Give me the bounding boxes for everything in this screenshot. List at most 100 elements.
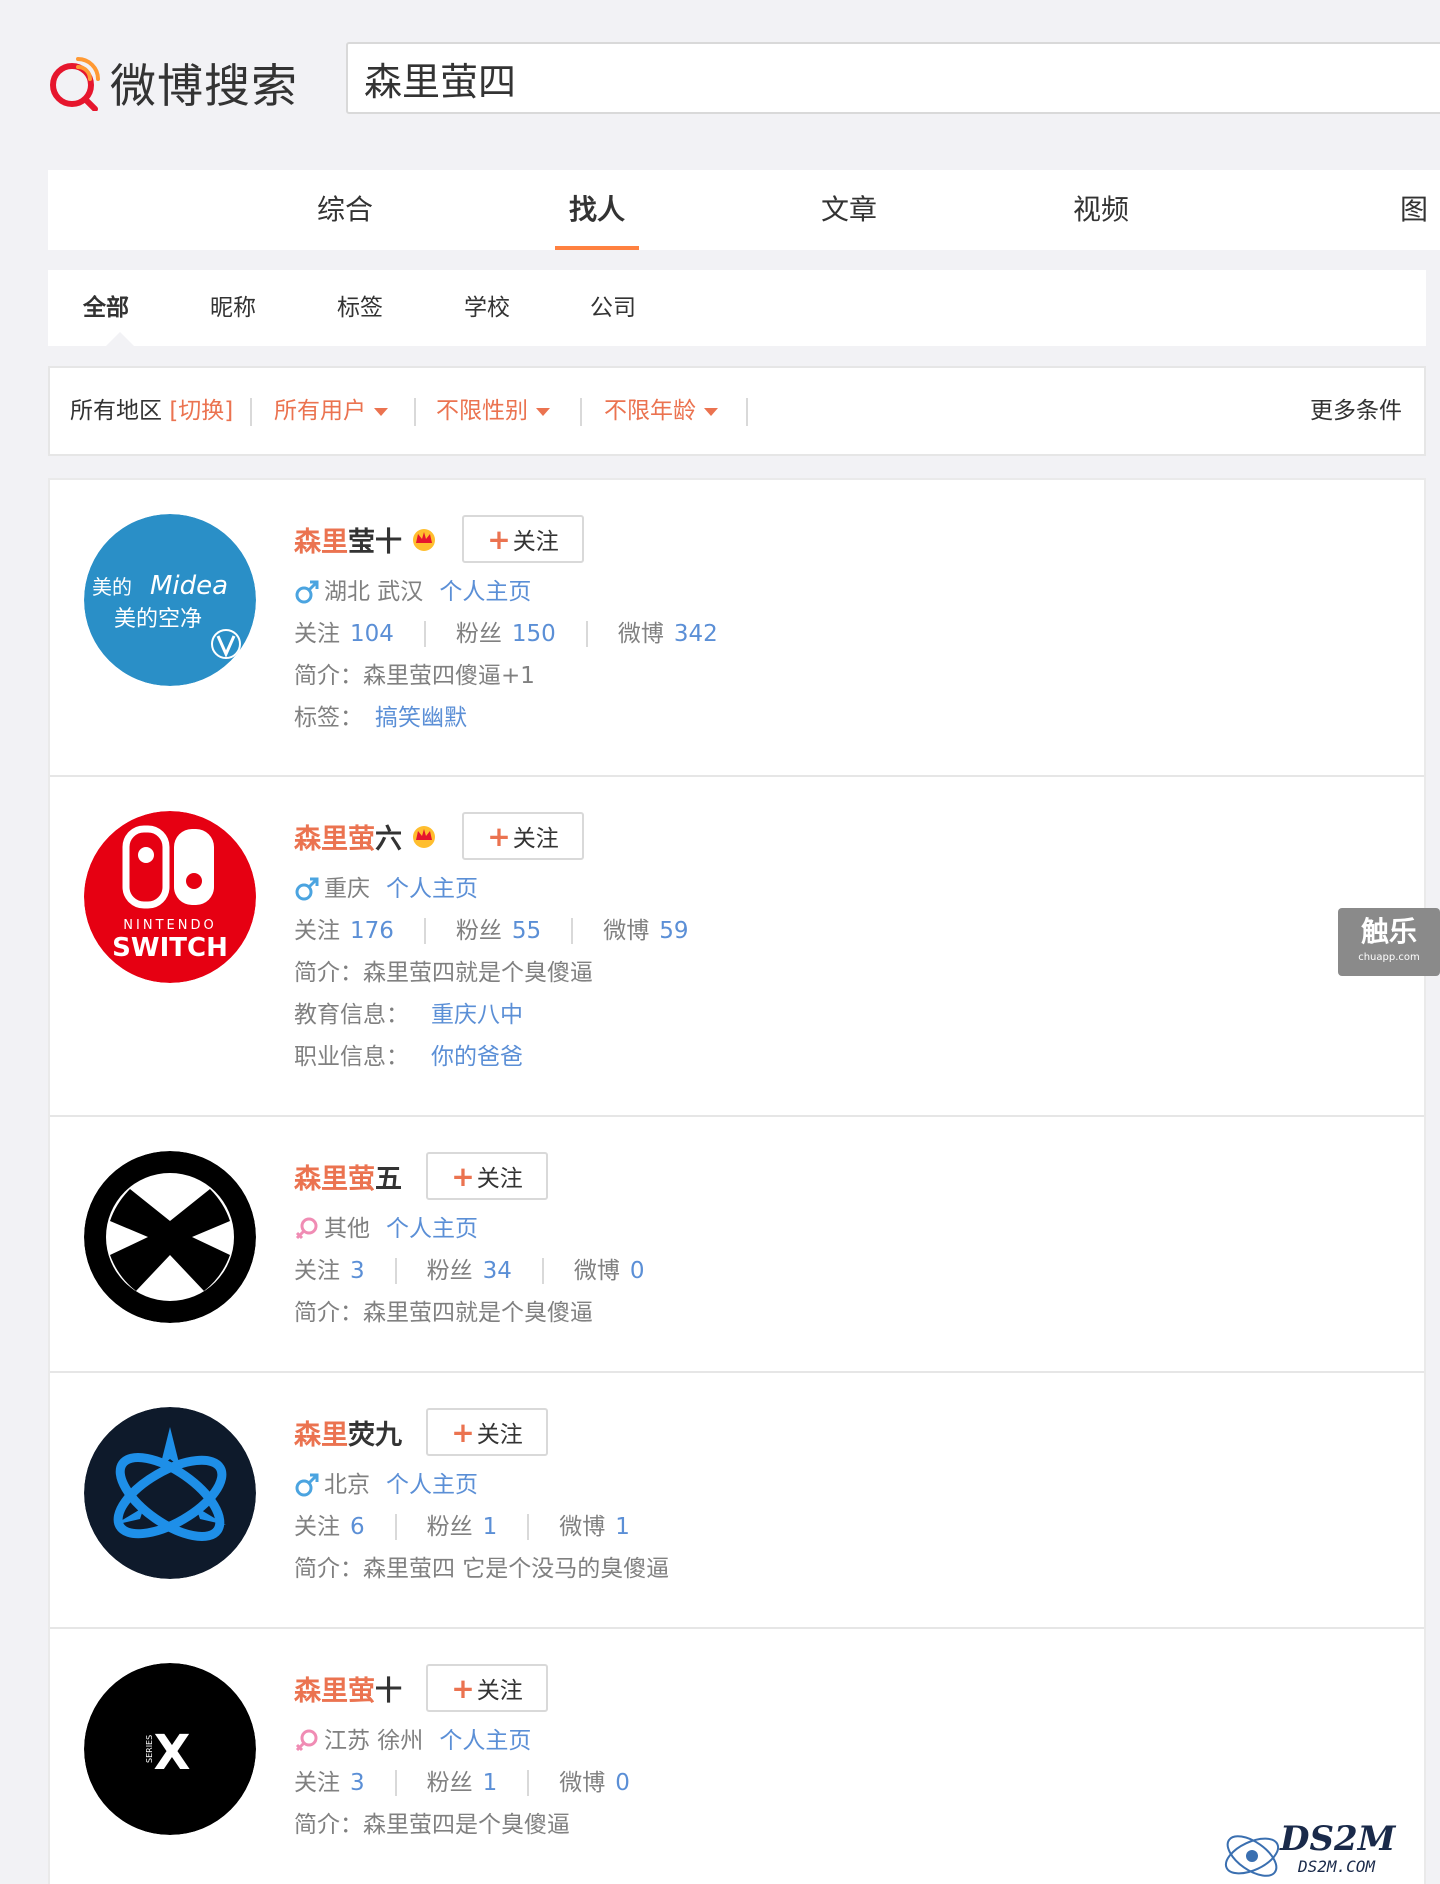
dropdown-arrow-icon [536,407,550,416]
following-label: 关注 [294,621,340,647]
username-rest: 荧九 [348,1419,402,1451]
weibo-count[interactable]: 0 [615,1769,630,1797]
username-rest: 六 [375,823,402,855]
stat-divider [394,1258,397,1284]
weibo-count[interactable]: 342 [674,620,718,648]
follow-button[interactable]: + 关注 [426,1664,548,1712]
intro-label: 简介： [294,663,363,689]
follow-label: 关注 [476,1166,523,1192]
intro-label: 简介： [294,1300,363,1326]
weibo-label: 微博 [617,621,664,647]
avatar[interactable] [84,1151,256,1323]
homepage-link[interactable]: 个人主页 [386,1215,478,1243]
tab-comprehensive[interactable]: 综合 [275,170,415,250]
chuapp-widget[interactable]: 触乐 chuapp.com [1338,908,1440,976]
filter-divider [414,398,416,426]
fans-count[interactable]: 150 [512,620,556,648]
username-rest: 五 [375,1163,402,1195]
fans-count[interactable]: 34 [483,1257,512,1285]
stat-divider [585,621,588,647]
username[interactable]: 森里萤十 [294,1669,402,1708]
following-count[interactable]: 104 [350,620,394,648]
avatar[interactable] [84,1407,256,1579]
job-label: 职业信息： [294,1044,409,1070]
avatar[interactable]: 美的 Midea 美的空净 [84,514,256,686]
subtab-tags[interactable]: 标签 [337,270,383,346]
age-label: 不限年龄 [604,398,696,424]
more-conditions-link[interactable]: 更多条件 [1310,368,1402,454]
user-card: 森里荧九 + 关注 北京 个人主页 关注 6 粉丝 1 微博 1 简介： 森里萤四 它是… [50,1373,1424,1629]
search-box[interactable] [346,42,1440,114]
homepage-link[interactable]: 个人主页 [386,1471,478,1499]
location: 其他 [324,1216,370,1242]
weibo-search-logo[interactable]: 微博搜索 [48,50,298,116]
region-switch-link[interactable]: [切换] [169,398,233,424]
weibo-count[interactable]: 1 [615,1513,630,1541]
intro-text: 森里萤四傻逼+1 [363,663,535,689]
fans-count[interactable]: 1 [483,1769,498,1797]
job-link[interactable]: 你的爸爸 [431,1043,523,1071]
following-count[interactable]: 3 [350,1257,365,1285]
avatar[interactable]: SERIES X [84,1663,256,1835]
tag-link[interactable]: 搞笑幽默 [375,704,467,732]
follow-button[interactable]: + 关注 [426,1408,548,1456]
user-card: 美的 Midea 美的空净 森里莹十 + 关注 湖北 武汉 个人主页 关注 104 [50,480,1424,777]
username[interactable]: 森里萤五 [294,1157,402,1196]
fans-count[interactable]: 1 [483,1513,498,1541]
username[interactable]: 森里荧九 [294,1413,402,1452]
search-input[interactable] [348,44,1440,112]
homepage-link[interactable]: 个人主页 [439,578,531,606]
crown-icon [413,826,435,848]
male-icon [295,1473,319,1497]
search-icon [48,55,100,112]
subtab-nickname[interactable]: 昵称 [210,270,256,346]
location: 江苏 徐州 [324,1728,424,1754]
weibo-count[interactable]: 59 [659,917,688,945]
fans-count[interactable]: 55 [512,917,541,945]
subtab-company[interactable]: 公司 [590,270,636,346]
avatar-text: 美的空净 [114,607,202,632]
education-label: 教育信息： [294,1002,409,1028]
tab-videos[interactable]: 视频 [1031,170,1171,250]
username[interactable]: 森里莹十 [294,520,402,559]
header: 微博搜索 [0,0,1440,160]
user-type-dropdown[interactable]: 所有用户 [274,368,388,454]
following-count[interactable]: 176 [350,917,394,945]
results-list: 美的 Midea 美的空净 森里莹十 + 关注 湖北 武汉 个人主页 关注 104 [48,478,1426,1884]
tab-articles[interactable]: 文章 [779,170,919,250]
avatar-text: 美的 [92,575,132,599]
gender-label: 不限性别 [436,398,528,424]
following-count[interactable]: 6 [350,1513,365,1541]
username[interactable]: 森里萤六 [294,817,402,856]
active-subtab-caret [106,332,134,346]
user-type-label: 所有用户 [274,398,366,424]
age-dropdown[interactable]: 不限年龄 [604,368,718,454]
homepage-link[interactable]: 个人主页 [439,1727,531,1755]
tab-images[interactable]: 图 [1400,170,1440,250]
stat-divider [394,1514,397,1540]
weibo-count[interactable]: 0 [630,1257,645,1285]
gender-dropdown[interactable]: 不限性别 [436,368,550,454]
follow-button[interactable]: + 关注 [462,515,584,563]
intro-text: 森里萤四就是个臭傻逼 [363,960,593,986]
follow-label: 关注 [512,826,559,852]
follow-label: 关注 [512,529,559,555]
follow-label: 关注 [476,1422,523,1448]
tab-people[interactable]: 找人 [527,170,667,250]
avatar[interactable]: NINTENDO SWITCH [84,811,256,983]
stat-divider [527,1770,530,1796]
homepage-link[interactable]: 个人主页 [386,875,478,903]
fans-label: 粉丝 [426,1770,473,1796]
location: 湖北 武汉 [324,579,424,605]
intro-label: 简介： [294,1556,363,1582]
crown-icon [413,529,435,551]
follow-button[interactable]: + 关注 [426,1152,548,1200]
following-label: 关注 [294,1514,340,1540]
weibo-label: 微博 [573,1258,620,1284]
following-label: 关注 [294,1770,340,1796]
sub-tabs: 全部 昵称 标签 学校 公司 [48,270,1426,346]
follow-button[interactable]: + 关注 [462,812,584,860]
education-link[interactable]: 重庆八中 [431,1001,523,1029]
subtab-school[interactable]: 学校 [464,270,510,346]
following-count[interactable]: 3 [350,1769,365,1797]
